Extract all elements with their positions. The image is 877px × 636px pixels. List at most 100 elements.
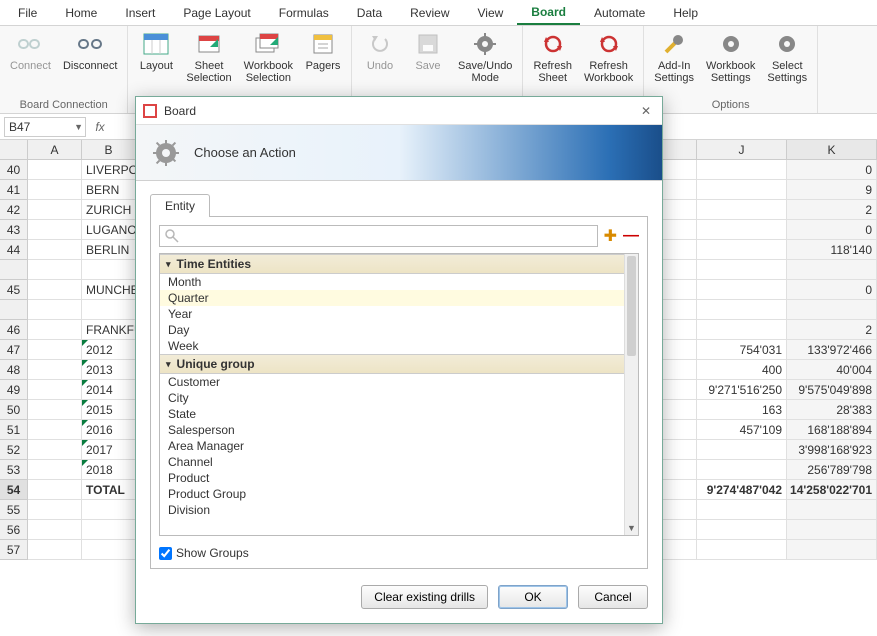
name-box[interactable]: B47 ▼ xyxy=(4,117,86,137)
cell[interactable]: 40'004 xyxy=(787,360,877,380)
cell[interactable]: 9 xyxy=(787,180,877,200)
layout-button[interactable]: Layout xyxy=(132,28,180,74)
tab-board[interactable]: Board xyxy=(517,1,580,25)
search-input[interactable] xyxy=(159,225,598,247)
list-item[interactable]: State xyxy=(160,406,624,422)
select-all-corner[interactable] xyxy=(0,140,28,159)
row-header[interactable]: 56 xyxy=(0,520,28,540)
cell[interactable]: 133'972'466 xyxy=(787,340,877,360)
cell[interactable]: 168'188'894 xyxy=(787,420,877,440)
list-item[interactable]: Month xyxy=(160,274,624,290)
row-header[interactable]: 40 xyxy=(0,160,28,180)
cell[interactable] xyxy=(697,520,787,540)
sheet-selection-button[interactable]: Sheet Selection xyxy=(180,28,237,86)
row-header[interactable]: 46 xyxy=(0,320,28,340)
row-header[interactable]: 50 xyxy=(0,400,28,420)
tab-page-layout[interactable]: Page Layout xyxy=(169,2,264,24)
tab-data[interactable]: Data xyxy=(343,2,396,24)
workbook-settings-button[interactable]: Workbook Settings xyxy=(700,28,761,86)
disconnect-button[interactable]: Disconnect xyxy=(57,28,123,74)
cell[interactable] xyxy=(697,240,787,260)
group-header[interactable]: ▾Time Entities xyxy=(160,254,624,274)
tab-formulas[interactable]: Formulas xyxy=(265,2,343,24)
tab-file[interactable]: File xyxy=(4,2,51,24)
tab-help[interactable]: Help xyxy=(659,2,712,24)
show-groups-checkbox[interactable]: Show Groups xyxy=(159,542,639,560)
cell[interactable] xyxy=(697,300,787,320)
cell[interactable]: BERLIN xyxy=(82,240,136,260)
cell[interactable]: 256'789'798 xyxy=(787,460,877,480)
cell[interactable] xyxy=(28,440,82,460)
row-header[interactable]: 44 xyxy=(0,240,28,260)
cell[interactable] xyxy=(82,300,136,320)
cell[interactable]: 28'383 xyxy=(787,400,877,420)
cell[interactable]: 2016 xyxy=(82,420,136,440)
cell[interactable] xyxy=(697,200,787,220)
cell[interactable]: 118'140 xyxy=(787,240,877,260)
cell[interactable]: LUGANO xyxy=(82,220,136,240)
cell[interactable] xyxy=(697,280,787,300)
cell[interactable]: 0 xyxy=(787,280,877,300)
cell[interactable]: 2013 xyxy=(82,360,136,380)
save-button[interactable]: Save xyxy=(404,28,452,74)
workbook-selection-button[interactable]: Workbook Selection xyxy=(238,28,299,86)
row-header[interactable]: 42 xyxy=(0,200,28,220)
cell[interactable] xyxy=(697,460,787,480)
cell[interactable]: LIVERPOOL xyxy=(82,160,136,180)
cell[interactable] xyxy=(697,220,787,240)
row-header[interactable]: 47 xyxy=(0,340,28,360)
row-header[interactable]: 45 xyxy=(0,280,28,300)
tab-insert[interactable]: Insert xyxy=(111,2,169,24)
cell[interactable]: 457'109 xyxy=(697,420,787,440)
cell[interactable] xyxy=(28,400,82,420)
col-header-b[interactable]: B xyxy=(82,140,136,159)
cell[interactable] xyxy=(82,540,136,560)
scrollbar[interactable]: ▲ ▼ xyxy=(624,254,638,535)
cell[interactable] xyxy=(787,540,877,560)
scroll-down[interactable]: ▼ xyxy=(625,521,638,535)
cell[interactable] xyxy=(787,300,877,320)
cell[interactable] xyxy=(697,540,787,560)
cell[interactable]: MUNCHEN xyxy=(82,280,136,300)
row-header[interactable]: 43 xyxy=(0,220,28,240)
cell[interactable]: 163 xyxy=(697,400,787,420)
tab-review[interactable]: Review xyxy=(396,2,463,24)
list-item[interactable]: Year xyxy=(160,306,624,322)
remove-button[interactable]: — xyxy=(623,227,639,245)
pagers-button[interactable]: Pagers xyxy=(299,28,347,74)
cell[interactable]: 2 xyxy=(787,200,877,220)
cell[interactable] xyxy=(697,500,787,520)
add-button[interactable]: ✚ xyxy=(604,226,617,246)
cell[interactable] xyxy=(28,320,82,340)
row-header[interactable]: 54 xyxy=(0,480,28,500)
list-item[interactable]: Channel xyxy=(160,454,624,470)
cell[interactable]: 9'274'487'042 xyxy=(697,480,787,500)
cell[interactable] xyxy=(28,160,82,180)
entity-tab[interactable]: Entity xyxy=(150,194,210,217)
cell[interactable]: 9'575'049'898 xyxy=(787,380,877,400)
cell[interactable] xyxy=(28,220,82,240)
cancel-button[interactable]: Cancel xyxy=(578,585,648,609)
list-item[interactable]: Area Manager xyxy=(160,438,624,454)
cell[interactable] xyxy=(82,520,136,540)
close-button[interactable]: ✕ xyxy=(636,101,656,121)
cell[interactable] xyxy=(28,540,82,560)
row-header[interactable] xyxy=(0,260,28,280)
save-undo-mode-button[interactable]: Save/Undo Mode xyxy=(452,28,518,86)
list-item[interactable]: Week xyxy=(160,338,624,354)
list-item[interactable]: Day xyxy=(160,322,624,338)
row-header[interactable]: 52 xyxy=(0,440,28,460)
col-header-j[interactable]: J xyxy=(697,140,787,159)
cell[interactable] xyxy=(697,160,787,180)
cell[interactable]: FRANKFURT xyxy=(82,320,136,340)
cell[interactable]: ZURICH xyxy=(82,200,136,220)
cell[interactable]: 3'998'168'923 xyxy=(787,440,877,460)
tab-view[interactable]: View xyxy=(464,2,518,24)
cell[interactable]: 400 xyxy=(697,360,787,380)
row-header[interactable]: 41 xyxy=(0,180,28,200)
cell[interactable] xyxy=(28,500,82,520)
cell[interactable] xyxy=(28,380,82,400)
select-settings-button[interactable]: Select Settings xyxy=(761,28,813,86)
cell[interactable] xyxy=(787,500,877,520)
list-item[interactable]: Customer xyxy=(160,374,624,390)
